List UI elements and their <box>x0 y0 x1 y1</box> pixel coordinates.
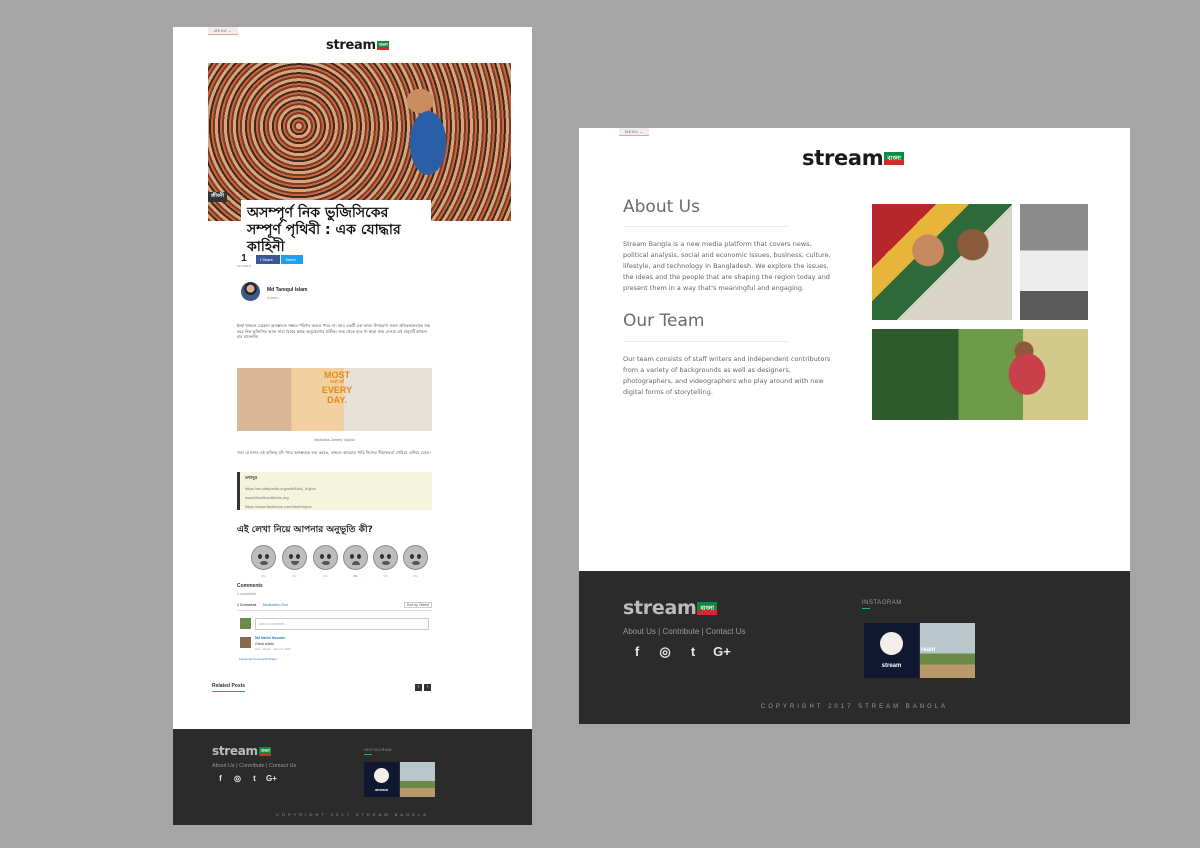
logo-text: stream <box>326 38 376 53</box>
footer-link-contribute[interactable]: Contribute <box>239 763 264 769</box>
moderation-tab[interactable]: Moderation Tool <box>263 603 288 607</box>
comments-plugin-link[interactable]: Facebook Comments Plugin <box>239 657 277 661</box>
about-text: Stream Bangla is a new media platform th… <box>623 240 831 292</box>
twitter-share-button[interactable]: Tweet <box>281 255 303 264</box>
commenter-avatar[interactable] <box>240 637 251 648</box>
comments-count: 1 comments <box>237 592 257 596</box>
crying-face-icon[interactable] <box>313 545 338 570</box>
avatar <box>240 618 251 629</box>
article-page-mockup: MENU ⌄ stream বাংলা জীবনী অসম্পূর্ণ নিক ভ… <box>173 27 532 825</box>
instagram-thumbnail[interactable]: stream <box>864 623 919 678</box>
google-plus-icon[interactable]: G+ <box>707 644 737 659</box>
site-logo[interactable]: stream বাংলা <box>802 146 904 170</box>
team-text: Our team consists of staff writers and i… <box>623 355 831 396</box>
logo-flag: বাংলা <box>884 152 904 165</box>
instagram-icon[interactable]: ◎ <box>651 644 679 660</box>
site-logo[interactable]: stream বাংলা <box>326 38 390 53</box>
menu-button[interactable]: MENU ⌄ <box>619 128 650 136</box>
team-heading: Our Team <box>623 311 705 331</box>
related-posts-heading: Related Posts <box>212 683 246 692</box>
instagram-label: INSTAGRAM <box>364 747 392 755</box>
comments-title: Comments <box>237 583 263 589</box>
article-paragraph: ইচ্ছা থাকলে যেকোন অসম্ভবকে সম্ভবে পরিণত … <box>237 323 431 340</box>
social-links: f ◎ t G+ <box>212 774 280 783</box>
footer-link-contact[interactable]: Contact Us <box>269 763 296 769</box>
twitter-icon[interactable]: t <box>246 774 263 783</box>
article-title: অসম্পূর্ণ নিক ভুজিসিকের সম্পূর্ণ পৃথিবী … <box>241 200 431 261</box>
reaction-percent: 0% <box>383 574 388 578</box>
facebook-share-button[interactable]: f Share <box>256 255 280 264</box>
reaction-percent: 0% <box>261 574 266 578</box>
surprised-face-icon[interactable] <box>251 545 276 570</box>
source-link[interactable]: https://en.wikipedia.org/wiki/Nick_Vujic… <box>245 486 427 491</box>
logo-text: stream <box>802 146 884 170</box>
sources-heading: তথ্যসূত্র <box>245 475 258 480</box>
facebook-icon[interactable]: f <box>623 644 651 659</box>
image-banner-text: MOST out of EVERY DAY. <box>321 370 353 405</box>
article-paragraph: সত্য যে মানব এই ব্যক্তিত্ব যদি পারে অসম্… <box>237 450 431 455</box>
twitter-icon[interactable]: t <box>679 644 707 659</box>
instagram-thumbnail[interactable]: ream <box>920 623 975 678</box>
commenter-name[interactable]: Md Nahid Hossain <box>255 636 285 640</box>
reactions-title: এই লেখা নিয়ে আপনার অনুভূতি কী? <box>237 525 373 535</box>
instagram-thumbnail[interactable] <box>400 762 435 797</box>
social-links: f ◎ t G+ <box>623 644 737 660</box>
comment-meta[interactable]: Like · Reply · Jan 14, 2017 <box>255 647 291 651</box>
reaction-percent: 0% <box>323 574 328 578</box>
copyright-text: COPYRIGHT 2017 STREAM BANGLA <box>760 704 949 710</box>
comment-text: Great article <box>255 642 275 646</box>
instagram-label: INSTAGRAM <box>862 600 902 609</box>
author-avatar[interactable] <box>241 282 260 301</box>
footer-links: About Us | Contribute | Contact Us <box>623 627 746 636</box>
thumbnail-label: ream <box>921 647 936 653</box>
copyright-text: COPYRIGHT 2017 STREAM BANGLA <box>276 812 429 817</box>
divider <box>623 226 788 227</box>
source-link[interactable]: www.lifewithoutlimbs.org <box>245 495 427 500</box>
site-footer: stream বাংলা About Us | Contribute | Cont… <box>173 729 532 825</box>
about-page-mockup: MENU ⌄ stream বাংলা About Us Stream Bangl… <box>579 128 1130 724</box>
dizzy-face-icon[interactable] <box>403 545 428 570</box>
sleepy-face-icon[interactable] <box>373 545 398 570</box>
source-link[interactable]: https://www.facebook.com/NickVujicic <box>245 504 427 509</box>
sad-face-icon[interactable] <box>343 545 368 570</box>
author-name[interactable]: Md Tarequl Islam <box>267 287 307 293</box>
footer-link-contact[interactable]: Contact Us <box>706 627 746 636</box>
comments-toolbar: 1 Comment Moderation Tool Sort by Oldest <box>237 601 432 611</box>
smile-face-icon[interactable] <box>282 545 307 570</box>
comment-input[interactable]: Add a comment... <box>255 618 429 630</box>
sources-box: তথ্যসূত্র https://en.wikipedia.org/wiki/… <box>237 472 432 510</box>
sailboat-photo <box>1020 204 1088 320</box>
footer-logo[interactable]: stream বাংলা <box>623 597 718 619</box>
divider <box>623 341 788 342</box>
author-role: Admin <box>267 295 279 300</box>
prev-arrow-icon[interactable]: ‹ <box>415 684 422 691</box>
instagram-thumbnail[interactable]: stream <box>364 762 399 797</box>
site-footer: stream বাংলা About Us | Contribute | Cont… <box>579 571 1130 724</box>
logo-flag: বাংলা <box>376 41 390 50</box>
footer-link-about[interactable]: About Us <box>212 763 235 769</box>
reaction-percent: 0% <box>413 574 418 578</box>
image-caption: Nicholas James Vujicic <box>314 437 355 442</box>
facebook-icon[interactable]: f <box>212 774 229 783</box>
menu-button[interactable]: MENU ⌄ <box>208 27 239 35</box>
footer-links: About Us | Contribute | Contact Us <box>212 763 297 769</box>
reaction-percent: 0% <box>353 574 358 578</box>
about-heading: About Us <box>623 197 700 217</box>
instagram-icon[interactable]: ◎ <box>229 774 246 783</box>
share-count: 1 SHARES <box>237 253 252 268</box>
hero-image <box>208 63 511 221</box>
sort-select[interactable]: Sort by Oldest <box>403 602 432 608</box>
reaction-percent: 0% <box>292 574 297 578</box>
next-arrow-icon[interactable]: › <box>424 684 431 691</box>
woman-field-photo <box>872 329 1088 420</box>
category-tag[interactable]: জীবনী <box>208 192 228 202</box>
footer-logo[interactable]: stream বাংলা <box>212 744 272 758</box>
market-vendor-photo <box>872 204 1012 320</box>
footer-link-about[interactable]: About Us <box>623 627 656 636</box>
article-inline-image: MOST out of EVERY DAY. <box>237 368 432 431</box>
comments-tab[interactable]: 1 Comment <box>237 603 256 607</box>
google-plus-icon[interactable]: G+ <box>263 774 280 783</box>
footer-link-contribute[interactable]: Contribute <box>662 627 699 636</box>
